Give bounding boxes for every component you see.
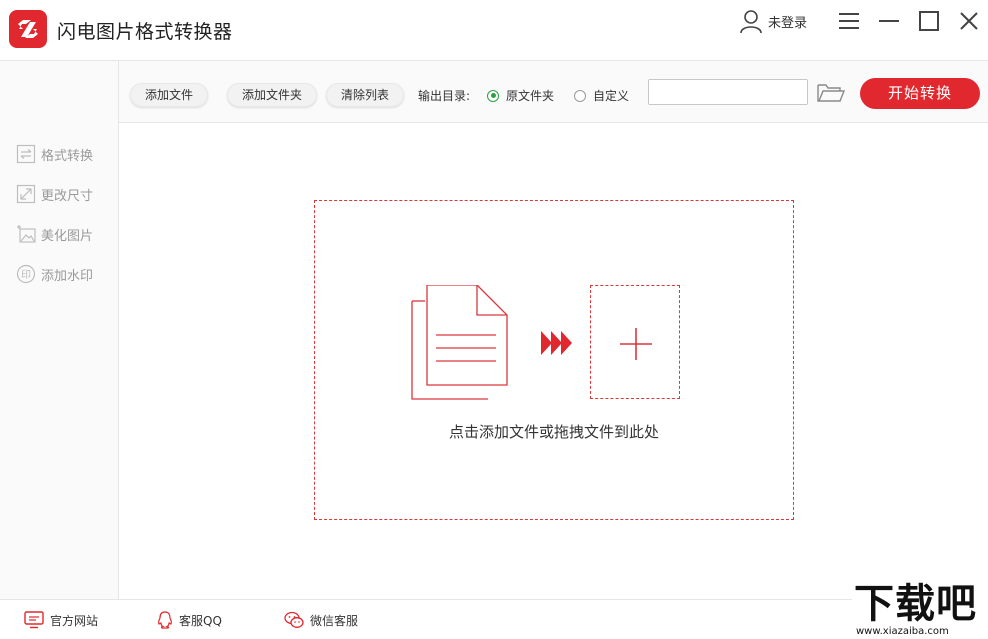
radio-original-folder[interactable]: 原文件夹 xyxy=(487,87,554,104)
close-icon xyxy=(960,12,978,30)
monitor-icon xyxy=(24,611,44,629)
sidebar-item-resize[interactable]: 更改尺寸 xyxy=(16,183,93,205)
sidebar-item-label: 美化图片 xyxy=(41,228,94,244)
beautify-icon xyxy=(17,225,36,243)
sidebar-item-label: 格式转换 xyxy=(41,148,94,164)
radio-custom-label: 自定义 xyxy=(593,89,630,103)
site-watermark: 下载吧 www.xiazaiba.com xyxy=(852,580,988,639)
radio-custom-folder[interactable]: 自定义 xyxy=(574,87,629,104)
add-folder-button[interactable]: 添加文件夹 xyxy=(227,83,318,107)
app-logo-icon xyxy=(9,10,47,48)
resize-icon xyxy=(16,184,36,204)
title-bar: 闪电图片格式转换器 未登录 xyxy=(0,0,988,61)
menu-icon xyxy=(839,13,859,29)
browse-folder-button[interactable] xyxy=(816,81,846,105)
footer: 官方网站 客服QQ 微信客服 xyxy=(0,599,988,639)
user-label: 未登录 xyxy=(768,15,808,31)
clear-list-button[interactable]: 清除列表 xyxy=(326,83,405,107)
sidebar-item-beautify[interactable]: 美化图片 xyxy=(16,223,93,245)
official-website-link[interactable]: 官方网站 xyxy=(24,610,98,630)
sidebar-item-label: 添加水印 xyxy=(41,268,94,284)
output-directory-label: 输出目录: xyxy=(418,89,471,103)
wechat-service-link[interactable]: 微信客服 xyxy=(284,610,358,630)
swap-icon xyxy=(16,144,36,164)
radio-unselected-indicator xyxy=(574,89,586,102)
forward-arrows-icon xyxy=(541,331,572,355)
maximize-icon xyxy=(919,11,939,31)
drop-hint-text: 点击添加文件或拖拽文件到此处 xyxy=(448,423,659,441)
qq-icon xyxy=(157,611,173,629)
radio-selected-indicator xyxy=(487,89,499,102)
sidebar-item-watermark[interactable]: 印 添加水印 xyxy=(16,263,93,285)
minimize-icon xyxy=(879,20,899,22)
svg-text:印: 印 xyxy=(21,269,31,281)
official-website-label: 官方网站 xyxy=(50,613,99,628)
watermark-url-text: www.xiazaiba.com xyxy=(856,626,949,637)
wechat-icon xyxy=(284,611,304,628)
seal-icon: 印 xyxy=(16,264,36,284)
sidebar: 格式转换 更改尺寸 美化图片 印 添加水印 xyxy=(0,61,119,599)
sidebar-item-label: 更改尺寸 xyxy=(41,188,94,204)
watermark-logo-text: 下载吧 xyxy=(854,581,977,627)
minimize-button[interactable] xyxy=(876,8,902,34)
plus-icon xyxy=(620,328,652,360)
wechat-service-label: 微信客服 xyxy=(310,613,359,628)
sidebar-item-format-convert[interactable]: 格式转换 xyxy=(16,143,93,165)
add-file-box[interactable] xyxy=(590,285,680,399)
customer-qq-link[interactable]: 客服QQ xyxy=(157,610,222,630)
customer-qq-label: 客服QQ xyxy=(179,613,222,628)
add-file-button[interactable]: 添加文件 xyxy=(130,83,209,107)
output-path-input[interactable] xyxy=(648,79,808,105)
user-icon xyxy=(740,10,762,34)
menu-button[interactable] xyxy=(836,8,862,34)
folder-open-icon xyxy=(817,84,846,102)
radio-original-label: 原文件夹 xyxy=(506,89,555,103)
toolbar: 添加文件 添加文件夹 清除列表 输出目录: 原文件夹 自定义 开始转换 xyxy=(119,61,988,123)
file-drop-zone[interactable]: 点击添加文件或拖拽文件到此处 xyxy=(314,200,794,520)
start-convert-button[interactable]: 开始转换 xyxy=(860,78,980,109)
documents-icon xyxy=(411,285,508,400)
close-button[interactable] xyxy=(956,8,982,34)
user-login[interactable]: 未登录 xyxy=(738,8,807,34)
maximize-button[interactable] xyxy=(916,8,942,34)
app-title: 闪电图片格式转换器 xyxy=(57,21,233,43)
